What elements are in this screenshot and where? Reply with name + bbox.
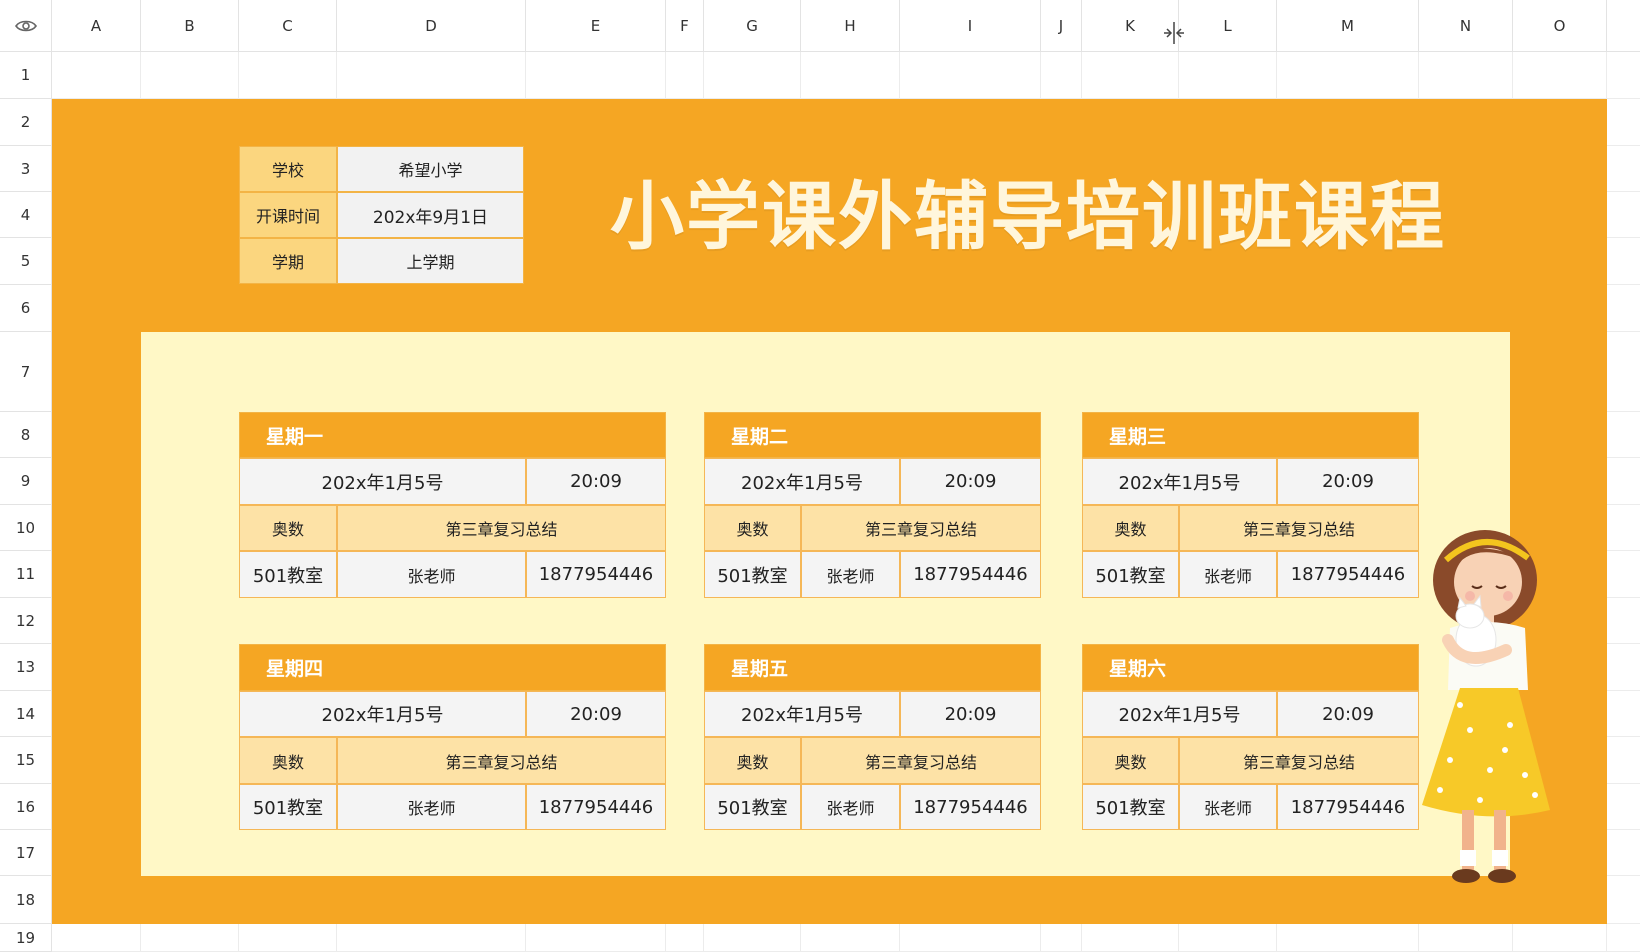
column-header-i[interactable]: I: [900, 0, 1041, 52]
column-resize-cursor-icon: [1162, 22, 1186, 44]
column-header-j[interactable]: J: [1041, 0, 1082, 52]
row-header-15[interactable]: 15: [0, 737, 52, 784]
topic-cell[interactable]: 第三章复习总结: [1179, 737, 1419, 784]
subject-cell[interactable]: 奥数: [239, 737, 337, 784]
time-cell[interactable]: 20:09: [1277, 458, 1419, 505]
column-header-e[interactable]: E: [526, 0, 666, 52]
row-header-7[interactable]: 7: [0, 332, 52, 412]
room-cell[interactable]: 501教室: [1082, 784, 1179, 830]
phone-cell[interactable]: 1877954446: [526, 784, 666, 830]
teacher-cell[interactable]: 张老师: [801, 784, 900, 830]
row-header-11[interactable]: 11: [0, 551, 52, 598]
teacher-cell[interactable]: 张老师: [1179, 784, 1277, 830]
subject-cell[interactable]: 奥数: [1082, 737, 1179, 784]
phone-cell[interactable]: 1877954446: [1277, 784, 1419, 830]
row-header-12[interactable]: 12: [0, 598, 52, 644]
time-cell[interactable]: 20:09: [526, 458, 666, 505]
row-header-17[interactable]: 17: [0, 830, 52, 876]
subject-cell[interactable]: 奥数: [1082, 505, 1179, 551]
row-header-2[interactable]: 2: [0, 99, 52, 146]
row-header-8[interactable]: 8: [0, 412, 52, 458]
topic-cell[interactable]: 第三章复习总结: [801, 737, 1041, 784]
column-header-h[interactable]: H: [801, 0, 900, 52]
date-cell[interactable]: 202x年1月5号: [239, 458, 526, 505]
day-header[interactable]: 星期六: [1082, 644, 1419, 691]
day-header[interactable]: 星期一: [239, 412, 666, 458]
info-start-value[interactable]: 202x年9月1日: [337, 192, 524, 238]
eye-icon[interactable]: [14, 19, 37, 33]
row-header-14[interactable]: 14: [0, 691, 52, 737]
date-cell[interactable]: 202x年1月5号: [704, 458, 900, 505]
info-school-label[interactable]: 学校: [239, 146, 337, 192]
day-header[interactable]: 星期五: [704, 644, 1041, 691]
teacher-cell[interactable]: 张老师: [337, 784, 526, 830]
row-header-3[interactable]: 3: [0, 146, 52, 192]
time-cell[interactable]: 20:09: [526, 691, 666, 737]
subject-cell[interactable]: 奥数: [704, 505, 801, 551]
day-header[interactable]: 星期二: [704, 412, 1041, 458]
teacher-cell[interactable]: 张老师: [1179, 551, 1277, 598]
date-cell[interactable]: 202x年1月5号: [1082, 691, 1277, 737]
row-header-6[interactable]: 6: [0, 285, 52, 332]
time-cell[interactable]: 20:09: [1277, 691, 1419, 737]
column-header-l[interactable]: L: [1179, 0, 1277, 52]
girl-holding-cat-illustration: [1410, 520, 1560, 900]
row-header-19[interactable]: 19: [0, 924, 52, 952]
info-term-label[interactable]: 学期: [239, 238, 337, 284]
info-term-value[interactable]: 上学期: [337, 238, 524, 284]
column-header-a[interactable]: A: [52, 0, 141, 52]
row-header-5[interactable]: 5: [0, 238, 52, 285]
room-cell[interactable]: 501教室: [239, 784, 337, 830]
topic-cell[interactable]: 第三章复习总结: [337, 737, 666, 784]
phone-cell[interactable]: 1877954446: [1277, 551, 1419, 598]
day-header[interactable]: 星期四: [239, 644, 666, 691]
column-header-d[interactable]: D: [337, 0, 526, 52]
row-header-9[interactable]: 9: [0, 458, 52, 505]
select-all-corner[interactable]: [0, 0, 52, 52]
room-cell[interactable]: 501教室: [1082, 551, 1179, 598]
phone-cell[interactable]: 1877954446: [900, 551, 1041, 598]
page-title[interactable]: 小学课外辅导培训班课程: [610, 160, 1444, 260]
column-header-n[interactable]: N: [1419, 0, 1513, 52]
time-cell[interactable]: 20:09: [900, 691, 1041, 737]
column-header-empty[interactable]: [1607, 0, 1640, 52]
column-header-g[interactable]: G: [704, 0, 801, 52]
room-cell[interactable]: 501教室: [704, 551, 801, 598]
room-cell[interactable]: 501教室: [239, 551, 337, 598]
teacher-cell[interactable]: 张老师: [801, 551, 900, 598]
phone-cell[interactable]: 1877954446: [900, 784, 1041, 830]
row-header-16[interactable]: 16: [0, 784, 52, 830]
time-cell[interactable]: 20:09: [900, 458, 1041, 505]
row-header-18[interactable]: 18: [0, 876, 52, 924]
teacher-cell[interactable]: 张老师: [337, 551, 526, 598]
row-header-4[interactable]: 4: [0, 192, 52, 238]
row-header-10[interactable]: 10: [0, 505, 52, 551]
date-cell[interactable]: 202x年1月5号: [1082, 458, 1277, 505]
column-header-f[interactable]: F: [666, 0, 704, 52]
day-header[interactable]: 星期三: [1082, 412, 1419, 458]
info-start-label[interactable]: 开课时间: [239, 192, 337, 238]
subject-cell[interactable]: 奥数: [704, 737, 801, 784]
row-header-1[interactable]: 1: [0, 52, 52, 99]
subject-cell[interactable]: 奥数: [239, 505, 337, 551]
row-header-13[interactable]: 13: [0, 644, 52, 691]
date-cell[interactable]: 202x年1月5号: [704, 691, 900, 737]
date-cell[interactable]: 202x年1月5号: [239, 691, 526, 737]
phone-cell[interactable]: 1877954446: [526, 551, 666, 598]
topic-cell[interactable]: 第三章复习总结: [801, 505, 1041, 551]
column-header-o[interactable]: O: [1513, 0, 1607, 52]
column-header-b[interactable]: B: [141, 0, 239, 52]
topic-cell[interactable]: 第三章复习总结: [1179, 505, 1419, 551]
column-header-m[interactable]: M: [1277, 0, 1419, 52]
info-school-value[interactable]: 希望小学: [337, 146, 524, 192]
room-cell[interactable]: 501教室: [704, 784, 801, 830]
topic-cell[interactable]: 第三章复习总结: [337, 505, 666, 551]
column-header-c[interactable]: C: [239, 0, 337, 52]
